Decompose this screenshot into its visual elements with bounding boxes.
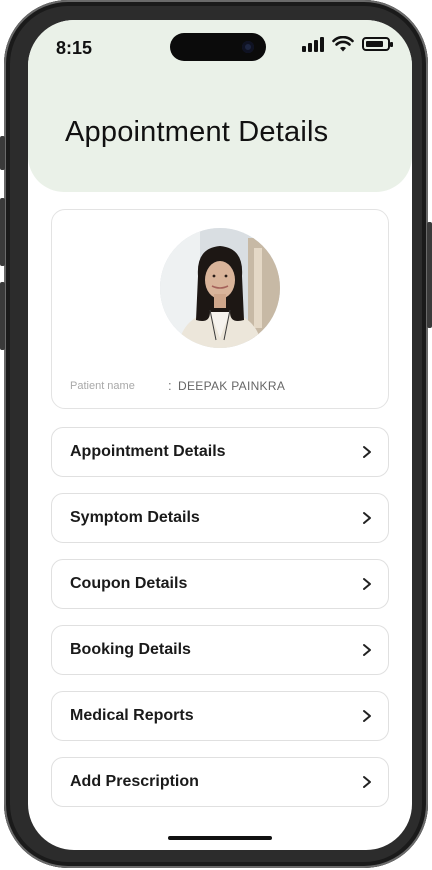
menu-item-label: Symptom Details — [70, 509, 200, 526]
chevron-right-icon — [360, 643, 374, 657]
action-button — [0, 136, 5, 170]
status-icons — [302, 36, 393, 52]
cellular-signal-icon — [302, 36, 324, 52]
status-time: 8:15 — [56, 38, 93, 58]
menu-item-add-prescription[interactable]: Add Prescription — [51, 757, 389, 807]
chevron-right-icon — [360, 577, 374, 591]
battery-fill — [366, 41, 383, 47]
chevron-right-icon — [360, 445, 374, 459]
patient-avatar — [160, 228, 280, 348]
patient-name-value: DEEPAK PAINKRA — [178, 378, 286, 393]
chevron-right-icon — [360, 511, 374, 525]
page-title: Appointment Details — [65, 116, 329, 148]
chevron-right-icon — [360, 775, 374, 789]
menu-item-label: Coupon Details — [70, 575, 188, 592]
wifi-icon — [332, 36, 354, 52]
page-header: 8:15 Appointment Details — [28, 20, 412, 192]
menu-item-label: Add Prescription — [70, 773, 199, 790]
patient-card: Patient name : DEEPAK PAINKRA — [51, 209, 389, 409]
menu-item-label: Medical Reports — [70, 707, 194, 724]
volume-down-button — [0, 282, 5, 350]
chevron-right-icon — [360, 709, 374, 723]
menu-item-coupon-details[interactable]: Coupon Details — [51, 559, 389, 609]
patient-name-label: Patient name — [70, 379, 135, 392]
power-button — [427, 222, 432, 328]
menu-item-symptom-details[interactable]: Symptom Details — [51, 493, 389, 543]
patient-name-separator: : — [168, 378, 172, 393]
phone-frame: 8:15 Appointment Details Patient name: … — [0, 0, 432, 868]
menu-item-label: Appointment Details — [70, 443, 226, 460]
dynamic-island — [170, 33, 266, 61]
menu-item-label: Booking Details — [70, 641, 191, 658]
patient-name-row: Patient name : DEEPAK PAINKRA — [70, 378, 285, 393]
front-camera-icon — [242, 41, 254, 53]
patient-photo — [160, 228, 280, 348]
battery-icon — [362, 37, 393, 51]
home-indicator[interactable] — [168, 836, 272, 840]
menu-item-medical-reports[interactable]: Medical Reports — [51, 691, 389, 741]
menu-item-appointment-details[interactable]: Appointment Details — [51, 427, 389, 477]
menu-item-booking-details[interactable]: Booking Details — [51, 625, 389, 675]
volume-up-button — [0, 198, 5, 266]
app-screen: 8:15 Appointment Details Patient name: … — [28, 20, 412, 850]
